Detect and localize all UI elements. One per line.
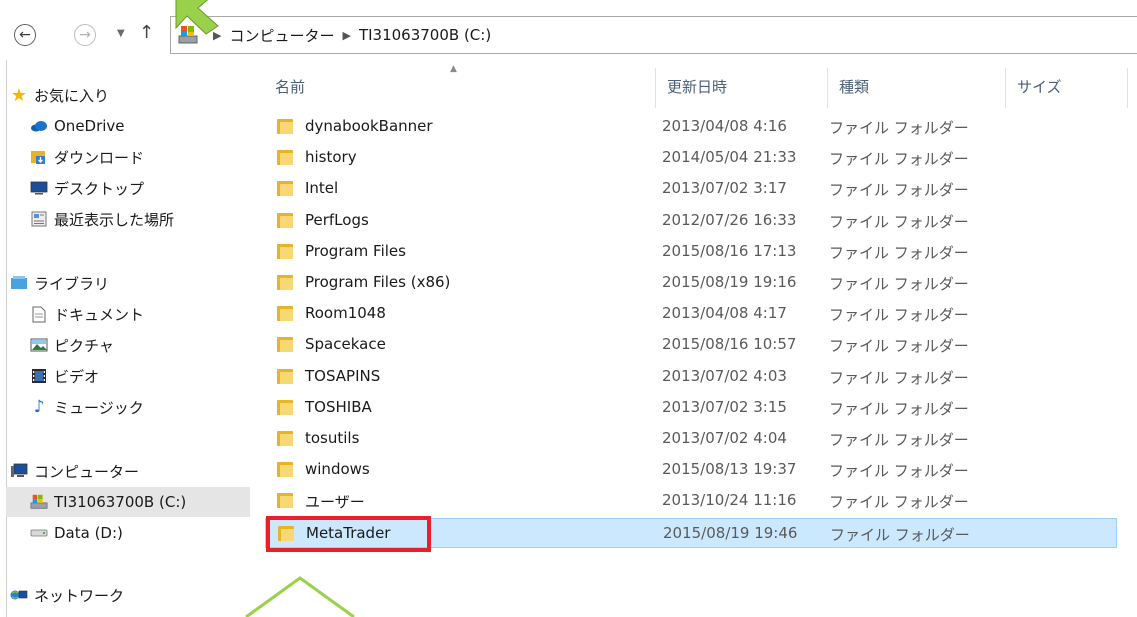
annotation-arrows bbox=[175, 0, 355, 617]
bottom-arrow-icon bbox=[245, 576, 355, 617]
top-arrow-icon bbox=[175, 0, 219, 35]
